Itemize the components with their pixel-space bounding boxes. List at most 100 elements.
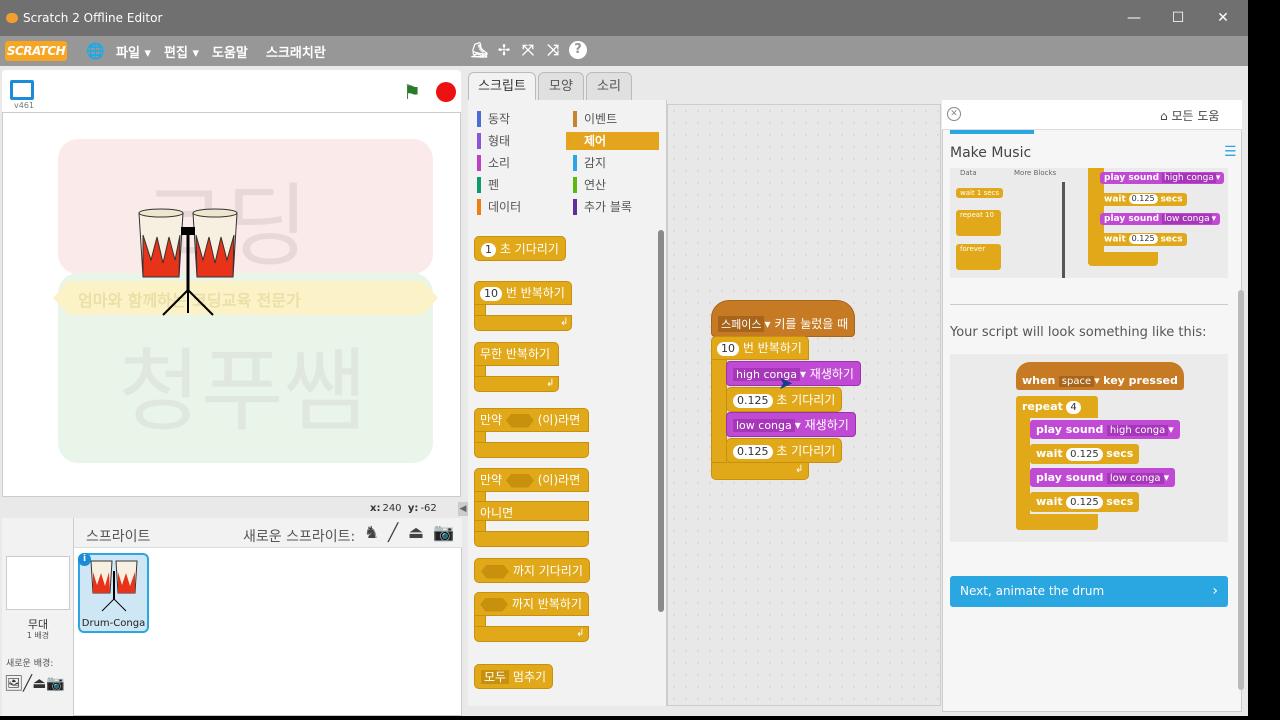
example-repeat-bottom: [1016, 514, 1098, 530]
category-6[interactable]: 이벤트: [566, 110, 659, 128]
menu-edit[interactable]: 편집 ▾: [164, 42, 199, 61]
stage-backdrop-count: 1 배경: [26, 631, 50, 640]
example-repeat-label: repeat 4: [1016, 397, 1087, 417]
paint-sprite-icon[interactable]: ╱: [388, 523, 398, 543]
tips-menu-icon[interactable]: ☰: [1224, 144, 1237, 160]
when-key-pressed-hat[interactable]: 스페이스 ▾ 키를 눌렀을 때: [711, 300, 856, 337]
category-color-swatch: [477, 199, 481, 215]
mini-scrollbar: [1062, 182, 1065, 278]
menu-file[interactable]: 파일 ▾: [116, 42, 151, 61]
if-else-block-label: 만약 (이)라면: [480, 473, 581, 488]
category-color-swatch: [477, 133, 481, 149]
category-label: 연산: [584, 178, 607, 192]
tips-home-button[interactable]: ⌂ 모든 도움: [1160, 107, 1219, 124]
stage-header: [2, 70, 461, 112]
play-sound-low-conga[interactable]: low conga ▾ 재생하기: [726, 412, 856, 437]
menu-help[interactable]: 도움말: [212, 42, 248, 61]
wait-until-block[interactable]: 까지 기다리기: [474, 558, 590, 583]
sprite-info-icon[interactable]: i: [78, 553, 91, 566]
category-4[interactable]: 펜: [470, 176, 563, 194]
category-2[interactable]: 형태: [470, 132, 563, 150]
grow-icon[interactable]: ⤧: [519, 41, 537, 59]
menu-about[interactable]: 스크래치란: [266, 42, 326, 61]
example-wait-1: wait 0.125 secs: [1030, 444, 1140, 464]
category-label: 감지: [584, 156, 607, 170]
duplicate-stamp-icon[interactable]: ⛸: [470, 41, 489, 59]
palette-scrollbar[interactable]: [658, 230, 664, 612]
language-globe-icon[interactable]: 🌐: [86, 42, 105, 60]
play-sound-high-conga[interactable]: high conga ▾ 재생하기: [726, 361, 861, 386]
scratch-logo[interactable]: SCRATCH: [5, 41, 67, 61]
tab-sounds[interactable]: 소리: [586, 72, 632, 100]
example-play-sound-1: play sound high conga ▾: [1030, 420, 1180, 439]
maximize-icon[interactable]: ☐: [1168, 8, 1188, 28]
category-label: 이벤트: [584, 112, 618, 126]
example-play-sound-2: play sound low conga ▾: [1030, 468, 1176, 487]
stage-canvas[interactable]: 코딩 엄마와 함께하는 코딩교육 전문가 청푸쌤: [2, 112, 461, 497]
example-repeat-arm: [1016, 418, 1030, 518]
shrink-icon[interactable]: ⤨: [544, 41, 562, 59]
green-flag-icon[interactable]: ⚑: [403, 80, 421, 104]
more-blocks-label: More Blocks: [1014, 169, 1057, 177]
stop-icon[interactable]: [436, 82, 456, 102]
block-help-icon[interactable]: ?: [569, 41, 587, 59]
category-color-swatch: [477, 155, 481, 171]
tips-scrollbar[interactable]: [1238, 290, 1244, 690]
if-then-block-label: 만약 (이)라면: [480, 413, 581, 428]
stop-all-block[interactable]: 모두 멈추기: [474, 664, 554, 689]
fullscreen-icon[interactable]: [10, 80, 34, 100]
sprite-name: Drum-Conga: [81, 618, 146, 629]
sprite-library-icon[interactable]: ♞: [364, 523, 379, 543]
collapse-stage-icon[interactable]: ◀: [458, 502, 468, 516]
tab-scripts[interactable]: 스크립트: [468, 72, 536, 102]
upload-sprite-icon[interactable]: ⏏: [408, 523, 424, 543]
mini-wait-2: wait 0.125 secs: [1100, 233, 1187, 246]
mini-wait-block: wait 1 secs: [956, 188, 1004, 198]
conga-thumbnail-icon: [90, 560, 138, 612]
category-label: 펜: [488, 178, 500, 192]
mini-forever-block: forever: [956, 244, 1001, 270]
tips-close-icon[interactable]: ✕: [947, 107, 961, 121]
tips-title: Make Music: [950, 145, 1032, 161]
cut-scissors-icon[interactable]: ✢: [495, 41, 513, 59]
loop-arrow-icon: ↲: [795, 464, 804, 475]
minimize-icon[interactable]: —: [1124, 8, 1144, 28]
camera-sprite-icon[interactable]: 📷: [433, 523, 454, 543]
forever-block-label: 무한 반복하기: [480, 347, 551, 361]
if-then-bottom: [474, 442, 589, 458]
loop-arrow-icon: ↲: [546, 378, 555, 389]
category-color-swatch: [573, 199, 577, 215]
tab-costumes[interactable]: 모양: [538, 72, 584, 100]
category-8[interactable]: 감지: [566, 154, 659, 172]
paint-backdrop-icon[interactable]: ╱: [23, 674, 32, 692]
category-7[interactable]: 제어: [566, 132, 659, 150]
category-5[interactable]: 데이터: [470, 198, 563, 216]
script-wait-block-2[interactable]: 0.125 초 기다리기: [726, 438, 843, 463]
upload-backdrop-icon[interactable]: ⏏: [32, 674, 46, 692]
category-color-swatch: [477, 177, 481, 193]
camera-backdrop-icon[interactable]: 📷: [46, 674, 65, 692]
backdrop-library-icon[interactable]: 🖼: [4, 674, 23, 692]
category-color-swatch: [573, 111, 577, 127]
mini-play-sound-1: play sound high conga ▾: [1100, 172, 1225, 184]
category-color-swatch: [573, 177, 577, 193]
wait-seconds-block[interactable]: 1 초 기다리기: [474, 236, 566, 261]
repeat-until-bottom: [474, 626, 589, 642]
conga-drum-sprite[interactable]: [133, 205, 243, 317]
category-label: 형태: [488, 134, 511, 148]
category-1[interactable]: 동작: [470, 110, 563, 128]
category-3[interactable]: 소리: [470, 154, 563, 172]
watermark-bottom: 청푸쌤: [118, 339, 367, 444]
new-sprite-label: 새로운 스프라이트:: [243, 529, 356, 545]
category-10[interactable]: 추가 블록: [566, 198, 659, 216]
category-color-swatch: [573, 133, 577, 149]
next-step-button[interactable]: Next, animate the drum ›: [950, 576, 1228, 607]
script-repeat-arm: [711, 360, 727, 466]
category-9[interactable]: 연산: [566, 176, 659, 194]
window-title: Scratch 2 Offline Editor: [23, 11, 163, 25]
stage-thumbnail[interactable]: [6, 556, 70, 610]
mouse-coordinates: x: 240 y: -62: [370, 503, 437, 514]
home-icon: ⌂: [1160, 109, 1168, 123]
repeat-block-label: 10 번 반복하기: [474, 281, 571, 304]
close-icon[interactable]: ✕: [1213, 8, 1233, 28]
